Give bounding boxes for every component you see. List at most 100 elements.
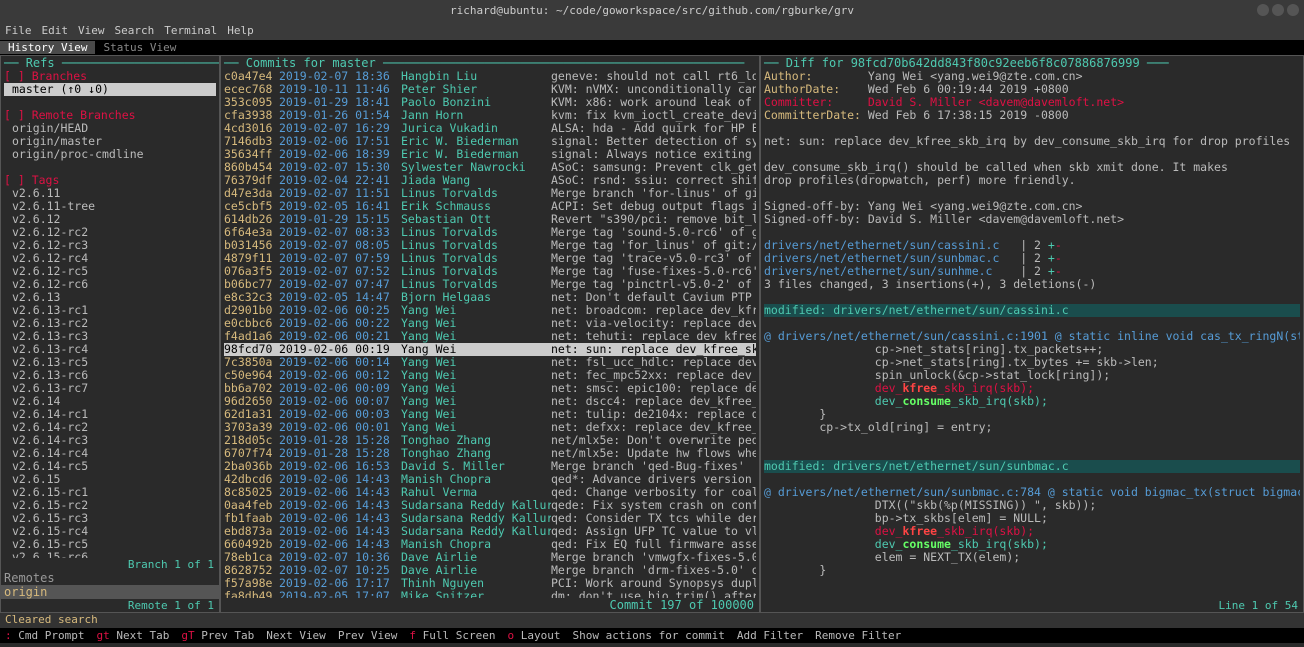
menu-file[interactable]: File xyxy=(5,24,32,37)
commit-row[interactable]: 35634ff2019-02-06 18:39 Eric W. Biederma… xyxy=(224,148,756,161)
commit-row[interactable]: 7c3850a2019-02-06 00:14 Yang Weinet: fsl… xyxy=(224,356,756,369)
diff-hunk-2: @ drivers/net/ethernet/sun/sunbmac.c:784… xyxy=(764,486,1300,499)
menu-search[interactable]: Search xyxy=(115,24,155,37)
commit-row[interactable]: ebd873a2019-02-06 14:43 Sudarsana Reddy … xyxy=(224,525,756,538)
window-titlebar: richard@ubuntu: ~/code/goworkspace/src/g… xyxy=(0,0,1304,20)
commit-row[interactable]: b06bc772019-02-07 07:47 Linus TorvaldsMe… xyxy=(224,278,756,291)
commit-row[interactable]: fa8db492019-02-05 17:07 Mike Snitzerdm: … xyxy=(224,590,756,598)
refs-header: Refs xyxy=(26,56,55,70)
commit-row[interactable]: ecec7682019-10-11 11:46 Peter ShierKVM: … xyxy=(224,83,756,96)
commit-row[interactable]: 0aa4feb2019-02-06 14:43 Sudarsana Reddy … xyxy=(224,499,756,512)
branch-status: Branch 1 of 1 xyxy=(1,558,219,571)
commit-row[interactable]: 42dbcd62019-02-06 14:43 Manish Chopraqed… xyxy=(224,473,756,486)
commit-row[interactable]: 2ba036b2019-02-06 16:53 David S. MillerM… xyxy=(224,460,756,473)
close-icon[interactable] xyxy=(1287,4,1299,16)
menu-terminal[interactable]: Terminal xyxy=(164,24,217,37)
keybind-item: Next View xyxy=(266,629,326,642)
diff-signoff-1: Signed-off-by: Yang Wei <yang.wei9@zte.c… xyxy=(764,200,1300,213)
diff-stat-3: drivers/net/ethernet/sun/sunhme.c xyxy=(764,265,992,278)
commit-row[interactable]: f4ad1a62019-02-06 00:21 Yang Weinet: teh… xyxy=(224,330,756,343)
diff-stat-1: drivers/net/ethernet/sun/cassini.c xyxy=(764,239,999,252)
commit-row[interactable]: 86287522019-02-07 10:25 Dave AirlieMerge… xyxy=(224,564,756,577)
commit-row[interactable]: 6f64e3a2019-02-07 08:33 Linus TorvaldsMe… xyxy=(224,226,756,239)
keybind-item: Show actions for commit xyxy=(573,629,725,642)
commit-row[interactable]: fb1faab2019-02-06 14:43 Sudarsana Reddy … xyxy=(224,512,756,525)
diff-hunk-1: @ drivers/net/ethernet/sun/cassini.c:190… xyxy=(764,330,1300,343)
commit-row[interactable]: 4879f112019-02-07 07:59 Linus TorvaldsMe… xyxy=(224,252,756,265)
commit-row[interactable]: 218d05c2019-01-28 15:28 Tonghao Zhangnet… xyxy=(224,434,756,447)
menu-view[interactable]: View xyxy=(78,24,105,37)
commits-header: Commits for master xyxy=(246,56,376,70)
menubar: File Edit View Search Terminal Help xyxy=(0,20,1304,40)
search-status: Cleared search xyxy=(0,613,1304,628)
commit-row[interactable]: 62d1a312019-02-06 00:03 Yang Weinet: tul… xyxy=(224,408,756,421)
diff-committer-value: David S. Miller <davem@davemloft.net> xyxy=(868,96,1124,109)
commit-row[interactable]: 7146db32019-02-06 17:51 Eric W. Biederma… xyxy=(224,135,756,148)
commit-row[interactable]: cfa39382019-01-26 01:54 Jann Hornkvm: fi… xyxy=(224,109,756,122)
commit-row[interactable]: 8c850252019-02-06 14:43 Rahul Vermaqed: … xyxy=(224,486,756,499)
diff-signoff-2: Signed-off-by: David S. Miller <davem@da… xyxy=(764,213,1300,226)
commit-row[interactable]: c0a47e42019-02-07 18:36 Hangbin Liugenev… xyxy=(224,70,756,83)
commit-row[interactable]: d47e3da2019-02-07 11:51 Linus TorvaldsMe… xyxy=(224,187,756,200)
diff-authordate-label: AuthorDate: xyxy=(764,83,840,96)
refs-pane: ── Refs ────────────────────── [ ] Branc… xyxy=(0,55,220,613)
diff-header: Diff for 98fcd70b642dd843f80c92eeb6f8c07… xyxy=(786,56,1140,70)
diff-stat-2: drivers/net/ethernet/sun/sunbmac.c xyxy=(764,252,999,265)
diff-author-label: Author: xyxy=(764,70,812,83)
commit-row[interactable]: e0cbbc62019-02-06 00:22 Yang Weinet: via… xyxy=(224,317,756,330)
ref-item[interactable]: master (↑0 ↓0) xyxy=(4,83,216,96)
commit-row[interactable]: 78eb1ca2019-02-07 10:36 Dave AirlieMerge… xyxy=(224,551,756,564)
diff-authordate-value: Wed Feb 6 00:19:44 2019 +0800 xyxy=(868,83,1069,96)
commit-row[interactable]: 3703a392019-02-06 00:01 Yang Weinet: def… xyxy=(224,421,756,434)
diff-committerdate-value: Wed Feb 6 17:38:15 2019 -0800 xyxy=(868,109,1069,122)
diff-pane: ── Diff for 98fcd70b642dd843f80c92eeb6f8… xyxy=(760,55,1304,613)
keybind-item: o Layout xyxy=(508,629,561,642)
diff-line-status: Line 1 of 54 xyxy=(761,599,1303,612)
ref-item[interactable]: origin/proc-cmdline xyxy=(4,148,216,161)
commit-row[interactable]: 860b4542019-02-07 15:30 Sylwester Nawroc… xyxy=(224,161,756,174)
diff-mod-2: modified: drivers/net/ethernet/sun/sunbm… xyxy=(764,460,1300,473)
ref-item[interactable]: v2.6.15-rc6 xyxy=(4,551,216,558)
keybind-item: Remove Filter xyxy=(815,629,901,642)
diff-committer-label: Committer: xyxy=(764,96,833,109)
commits-pane: ── Commits for master ──────────────────… xyxy=(220,55,760,613)
keybind-item: gt Next Tab xyxy=(96,629,169,642)
keybind-item: gT Prev Tab xyxy=(181,629,254,642)
commit-row[interactable]: 98fcd702019-02-06 00:19 Yang Weinet: sun… xyxy=(224,343,756,356)
diff-mod-1: modified: drivers/net/ethernet/sun/cassi… xyxy=(764,304,1300,317)
keybinding-bar: : Cmd Prompt gt Next Tab gT Prev Tab Next … xyxy=(0,628,1304,643)
maximize-icon[interactable] xyxy=(1272,4,1284,16)
commit-row[interactable]: 076a3f52019-02-07 07:52 Linus TorvaldsMe… xyxy=(224,265,756,278)
menu-edit[interactable]: Edit xyxy=(42,24,69,37)
commit-row[interactable]: bb6a7022019-02-06 00:09 Yang Weinet: sms… xyxy=(224,382,756,395)
diff-body-1: dev_consume_skb_irq() should be called w… xyxy=(764,161,1300,174)
commit-row[interactable]: e8c32c32019-02-05 14:47 Bjorn Helgaasnet… xyxy=(224,291,756,304)
commit-row[interactable]: 353c0952019-01-29 18:41 Paolo BonziniKVM… xyxy=(224,96,756,109)
commit-row[interactable]: 4cd30162019-02-07 16:29 Jurica VukadinAL… xyxy=(224,122,756,135)
commit-row[interactable]: c50e9642019-02-06 00:12 Yang Weinet: fec… xyxy=(224,369,756,382)
window-title: richard@ubuntu: ~/code/goworkspace/src/g… xyxy=(450,4,854,17)
diff-committerdate-label: CommitterDate: xyxy=(764,109,861,122)
commits-status: Commit 197 of 100000 xyxy=(610,598,755,612)
tab-history-view[interactable]: History View xyxy=(0,41,95,54)
commit-row[interactable]: 76379df2019-02-04 22:41 Jiada WangASoC: … xyxy=(224,174,756,187)
commit-row[interactable]: f57a98e2019-02-06 17:17 Thinh NguyenPCI:… xyxy=(224,577,756,590)
commit-row[interactable]: 96d26502019-02-06 00:07 Yang Weinet: dsc… xyxy=(224,395,756,408)
keybind-item: Prev View xyxy=(338,629,398,642)
remote-status: Remote 1 of 1 xyxy=(1,599,219,612)
tab-status-view[interactable]: Status View xyxy=(95,41,184,54)
remotes-value[interactable]: origin xyxy=(1,585,219,599)
minimize-icon[interactable] xyxy=(1257,4,1269,16)
diff-subject: net: sun: replace dev_kfree_skb_irq by d… xyxy=(764,135,1300,148)
commit-row[interactable]: 614db262019-01-29 15:15 Sebastian OttRev… xyxy=(224,213,756,226)
keybind-item: : Cmd Prompt xyxy=(5,629,84,642)
menu-help[interactable]: Help xyxy=(227,24,254,37)
commit-row[interactable]: 660492b2019-02-06 14:43 Manish Chopraqed… xyxy=(224,538,756,551)
view-tabs: History View Status View xyxy=(0,40,1304,55)
keybind-item: Add Filter xyxy=(737,629,803,642)
commit-row[interactable]: d2901b02019-02-06 00:25 Yang Weinet: bro… xyxy=(224,304,756,317)
diff-stat-summary: 3 files changed, 3 insertions(+), 3 dele… xyxy=(764,278,1300,291)
commit-row[interactable]: b0314562019-02-07 08:05 Linus TorvaldsMe… xyxy=(224,239,756,252)
commit-row[interactable]: ce5cbf52019-02-05 16:41 Erik SchmaussACP… xyxy=(224,200,756,213)
commit-row[interactable]: 6707f742019-01-28 15:28 Tonghao Zhangnet… xyxy=(224,447,756,460)
